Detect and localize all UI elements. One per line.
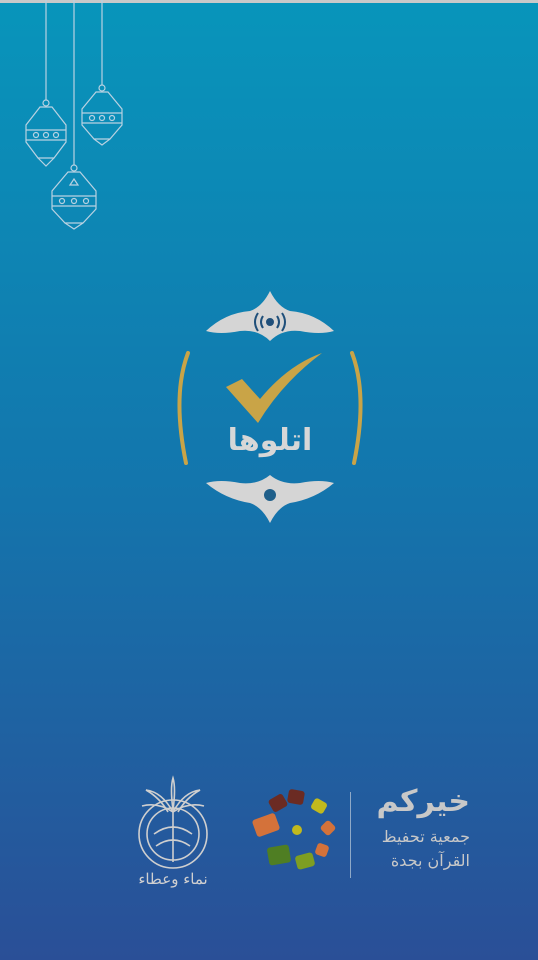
app-name: اتلوها <box>227 423 313 458</box>
org-brand: خيركم <box>376 784 470 819</box>
lantern-icon <box>25 0 123 230</box>
org-name-line1: جمعية تحفيظ <box>381 827 470 846</box>
sponsor-motto: نماء وعطاء <box>138 870 208 888</box>
checkmark-icon <box>226 353 322 423</box>
flower-logo-icon <box>252 789 336 870</box>
footer-divider <box>350 792 351 878</box>
org-name-line2: القرآن بجدة <box>390 851 470 870</box>
app-logo <box>177 291 363 523</box>
